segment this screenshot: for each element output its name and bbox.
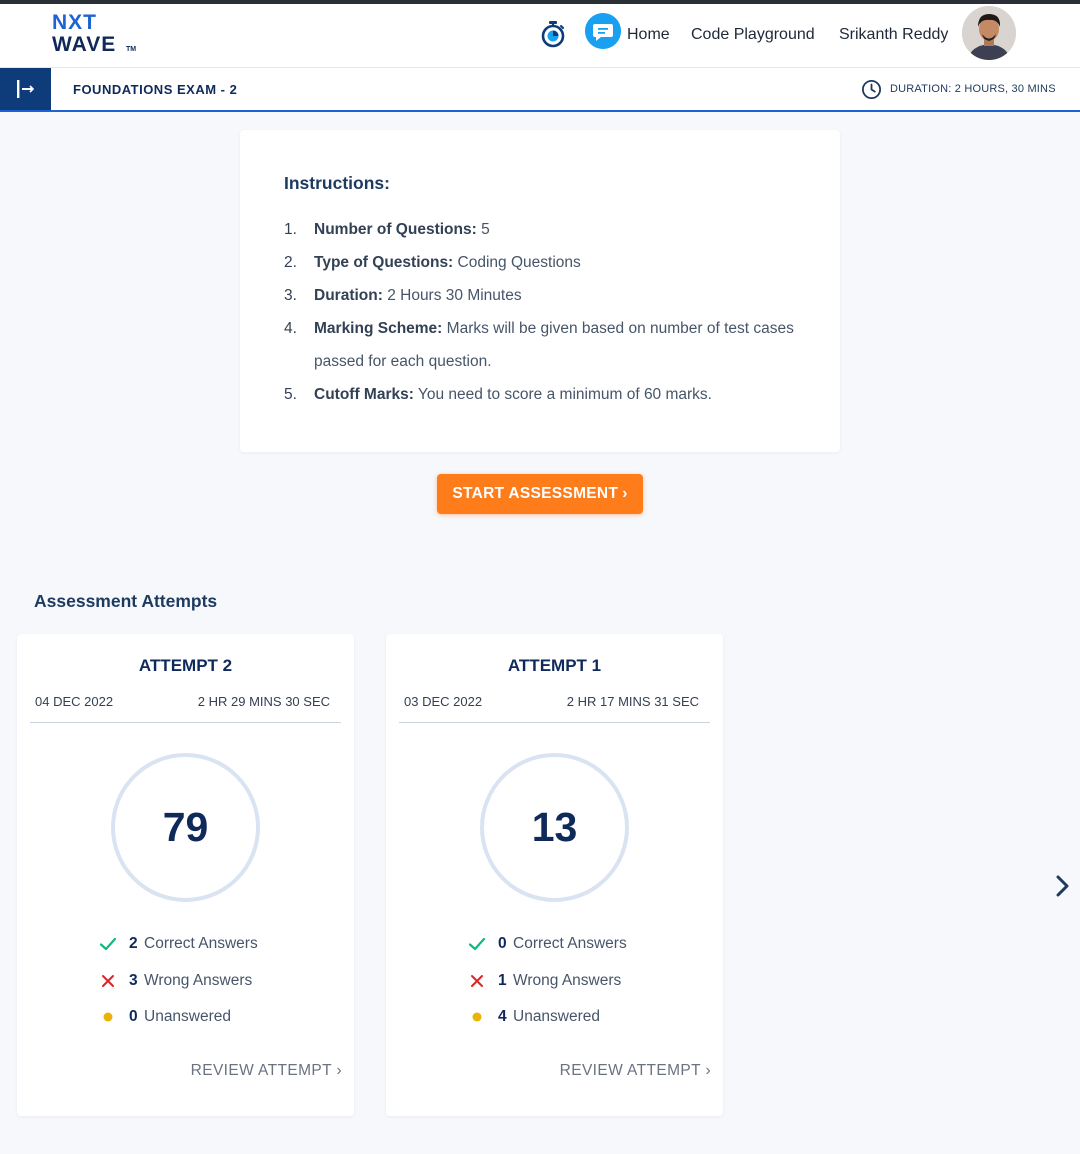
instruction-item: 1. Number of Questions: 5 [284,213,804,246]
attempt-divider [30,722,341,723]
instructions-heading: Instructions: [284,173,390,193]
exam-duration: DURATION: 2 HOURS, 30 MINS [890,83,1056,95]
attempt-time-taken: 2 HR 17 MINS 31 SEC [566,694,699,709]
attempt-card: ATTEMPT 1 03 DEC 2022 2 HR 17 MINS 31 SE… [386,634,723,1116]
sidebar-toggle-button[interactable] [0,68,51,110]
attempt-divider [399,722,710,723]
wrong-count: 3 [129,972,138,989]
wrong-label: Wrong Answers [144,972,253,989]
correct-count: 0 [498,935,507,952]
dot-icon [103,1012,113,1022]
chevron-right-icon: › [622,485,628,502]
attempt-title: ATTEMPT 1 [507,656,602,675]
instructions-list: 1. Number of Questions: 5 2. Type of Quest… [284,213,804,411]
attempt-time-taken: 2 HR 29 MINS 30 SEC [197,694,330,709]
score-value: 13 [531,804,578,850]
correct-label: Correct Answers [513,935,627,952]
user-name[interactable]: Srikanth Reddy [839,25,948,45]
instruction-item: 3. Duration: 2 Hours 30 Minutes [284,279,804,312]
review-attempt-link[interactable]: REVIEW ATTEMPT › [191,1062,342,1080]
attempt-date: 04 DEC 2022 [35,694,114,709]
instruction-label: Cutoff Marks: [314,386,414,403]
instruction-number: 5. [284,386,297,403]
chevron-right-icon: › [336,1062,342,1079]
instruction-label: Number of Questions: [314,221,477,238]
unanswered-label: Unanswered [144,1008,232,1025]
nxtwave-logo[interactable]: NXT WAVE TM [52,12,142,58]
stopwatch-icon[interactable] [538,19,568,49]
instruction-label: Duration: [314,287,383,304]
attempts-heading: Assessment Attempts [34,591,218,611]
attempt-date: 03 DEC 2022 [404,694,483,709]
attempt-card: ATTEMPT 2 04 DEC 2022 2 HR 29 MINS 30 SE… [17,634,354,1116]
score-ring: 79 [111,753,260,902]
review-attempt-link[interactable]: REVIEW ATTEMPT › [560,1062,711,1080]
correct-count: 2 [129,935,138,952]
sidebar-toggle-icon [17,80,35,98]
instruction-label: Type of Questions: [314,254,454,271]
logo-line-1: NXT [52,11,97,34]
cross-icon [102,975,114,987]
instruction-number: 4. [284,320,297,337]
check-icon [99,937,117,951]
logo-line-2: WAVE [52,33,117,56]
unanswered-count: 0 [129,1008,138,1025]
instruction-number: 2. [284,254,297,271]
exam-subheader: FOUNDATIONS EXAM - 2 DURATION: 2 HOURS, … [0,68,1080,112]
dot-icon [472,1012,482,1022]
check-icon [468,937,486,951]
wrong-count: 1 [498,972,507,989]
instruction-text: Coding Questions [453,254,581,271]
nav-code-playground-link[interactable]: Code Playground [691,25,815,45]
instruction-item: 5. Cutoff Marks: You need to score a mini… [284,378,804,411]
chevron-right-icon: › [705,1062,711,1079]
instruction-number: 3. [284,287,297,304]
chat-bubble-icon[interactable] [585,13,621,49]
correct-label: Correct Answers [144,935,258,952]
chevron-right-icon[interactable] [1052,874,1072,898]
instruction-text: 2 Hours 30 Minutes [382,287,522,304]
cross-icon [471,975,483,987]
clock-icon [861,79,882,100]
instructions-card: Instructions: 1. Number of Questions: 5 2… [240,130,840,452]
review-attempt-label: REVIEW ATTEMPT [559,1062,701,1079]
score-value: 79 [162,804,209,850]
unanswered-count: 4 [498,1008,507,1025]
attempt-title: ATTEMPT 2 [138,656,233,675]
instruction-item: 2. Type of Questions: Coding Questions [284,246,804,279]
start-assessment-button[interactable]: START ASSESSMENT › [437,474,643,514]
avatar-portrait-icon [962,6,1016,60]
score-ring: 13 [480,753,629,902]
start-assessment-label: START ASSESSMENT [452,485,619,502]
unanswered-label: Unanswered [513,1008,601,1025]
instruction-item: 4. Marking Scheme: Marks will be given ba… [284,312,804,378]
user-avatar[interactable] [962,6,1016,60]
top-navbar: NXT WAVE TM Home Code Playground Srikant… [0,4,1080,68]
instruction-number: 1. [284,221,297,238]
logo-trademark: TM [126,46,137,53]
nav-home-link[interactable]: Home [627,25,670,45]
review-attempt-label: REVIEW ATTEMPT [190,1062,332,1079]
instruction-text: You need to score a minimum of 60 marks. [413,386,712,403]
exam-title: FOUNDATIONS EXAM - 2 [73,82,238,97]
instruction-text: 5 [476,221,490,238]
instruction-label: Marking Scheme: [314,320,443,337]
wrong-label: Wrong Answers [513,972,622,989]
